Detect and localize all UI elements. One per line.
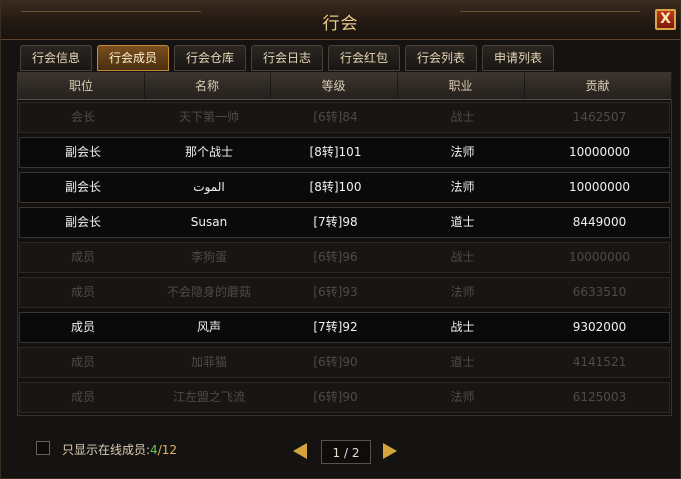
cell-position: 成员 [70, 250, 95, 264]
tab-7[interactable]: 申请列表 [482, 45, 554, 71]
online-only-text: 只显示在线成员: [62, 443, 151, 457]
cell-class: 法师 [450, 180, 475, 194]
cell-class: 道士 [450, 215, 475, 229]
cell-name: 那个战士 [184, 145, 233, 159]
cell-contribution: 10000000 [568, 145, 631, 159]
cell-level: [6转]93 [313, 285, 358, 299]
table-row[interactable]: 成员 加菲猫 [6转]90 道士 4141521 [19, 347, 670, 378]
page-indicator: 1 / 2 [321, 440, 371, 464]
table-row[interactable]: 副会长 Susan [7转]98 道士 8449000 [19, 207, 670, 238]
cell-level: [7转]98 [313, 215, 358, 229]
cell-position: 成员 [70, 355, 95, 369]
table-row[interactable]: 会长 天下第一帅 [6转]84 战士 1462507 [19, 102, 670, 133]
online-only-checkbox[interactable] [36, 441, 50, 455]
cell-position: 成员 [70, 320, 95, 334]
online-count: 4 [150, 443, 158, 457]
tab-1[interactable]: 行会信息 [20, 45, 92, 71]
table-row[interactable]: 成员 李狗蛋 [6转]96 战士 10000000 [19, 242, 670, 273]
table-row[interactable]: 成员 风声 [7转]92 战士 9302000 [19, 312, 670, 343]
cell-level: [6转]96 [313, 250, 358, 264]
prev-page-arrow-icon[interactable] [293, 443, 307, 459]
cell-position: 成员 [70, 390, 95, 404]
tab-5[interactable]: 行会红包 [328, 45, 400, 71]
table-footer: 只显示在线成员:4/12 1 / 2 [17, 421, 670, 473]
cell-contribution: 10000000 [568, 250, 631, 264]
online-only-label: 只显示在线成员:4/12 [62, 441, 177, 458]
cell-name: 江左盟之飞流 [172, 390, 245, 404]
tab-4[interactable]: 行会日志 [251, 45, 323, 71]
cell-position: 副会长 [64, 180, 101, 194]
cell-name: 风声 [196, 320, 221, 334]
column-header[interactable]: 职位 [18, 73, 145, 99]
table-row[interactable]: 副会长 那个战士 [8转]101 法师 10000000 [19, 137, 670, 168]
cell-class: 法师 [450, 145, 475, 159]
cell-contribution: 4141521 [572, 355, 627, 369]
cell-name: Susan [190, 215, 228, 229]
cell-contribution: 6125003 [572, 390, 627, 404]
cell-class: 战士 [450, 110, 475, 124]
table-header: 职位 名称 等级 职业 贡献 [18, 73, 672, 100]
cell-position: 副会长 [64, 145, 101, 159]
next-page-arrow-icon[interactable] [383, 443, 397, 459]
column-header[interactable]: 名称 [144, 73, 271, 99]
cell-level: [6转]90 [313, 355, 358, 369]
tab-2[interactable]: 行会成员 [97, 45, 169, 71]
window-titlebar: 行会 X [1, 1, 680, 40]
tab-3[interactable]: 行会仓库 [174, 45, 246, 71]
cell-class: 法师 [450, 285, 475, 299]
column-header[interactable]: 等级 [270, 73, 398, 99]
column-header[interactable]: 职业 [397, 73, 525, 99]
cell-contribution: 6633510 [572, 285, 627, 299]
cell-position: 副会长 [64, 215, 101, 229]
cell-class: 战士 [450, 250, 475, 264]
cell-name: 天下第一帅 [178, 110, 239, 124]
cell-position: 成员 [70, 285, 95, 299]
cell-level: [7转]92 [313, 320, 358, 334]
window-title: 行会 [322, 14, 359, 34]
cell-level: [6转]90 [313, 390, 358, 404]
cell-name: 李狗蛋 [190, 250, 227, 264]
cell-level: [8转]101 [309, 145, 362, 159]
column-header[interactable]: 贡献 [524, 73, 672, 99]
member-table: 职位 名称 等级 职业 贡献 会长 天下第一帅 [6转]84 战士 1462507 副会长 那个战士… [17, 72, 672, 416]
total-count: 12 [161, 443, 178, 457]
cell-class: 战士 [450, 320, 475, 334]
cell-position: 会长 [70, 110, 95, 124]
cell-name: 加菲猫 [190, 355, 227, 369]
cell-level: [8转]100 [309, 180, 362, 194]
cell-name: الموت [193, 180, 225, 194]
table-row[interactable]: 成员 不会隐身的蘑菇 [6转]93 法师 6633510 [19, 277, 670, 308]
cell-contribution: 1462507 [572, 110, 627, 124]
guild-window: 行会 X 行会信息 行会成员 行会仓库 行会日志 行会红包 行会列表 申请列表 职位 名称 等级… [0, 0, 681, 479]
cell-contribution: 9302000 [572, 320, 627, 334]
cell-contribution: 8449000 [572, 215, 627, 229]
table-row[interactable]: 成员 江左盟之飞流 [6转]90 法师 6125003 [19, 382, 670, 413]
table-row[interactable]: 副会长 الموت [8转]100 法师 10000000 [19, 172, 670, 203]
cell-level: [6转]84 [313, 110, 358, 124]
tab-6[interactable]: 行会列表 [405, 45, 477, 71]
cell-class: 道士 [450, 355, 475, 369]
cell-contribution: 10000000 [568, 180, 631, 194]
cell-class: 法师 [450, 390, 475, 404]
close-icon[interactable]: X [655, 9, 676, 30]
cell-name: 不会隐身的蘑菇 [166, 285, 251, 299]
